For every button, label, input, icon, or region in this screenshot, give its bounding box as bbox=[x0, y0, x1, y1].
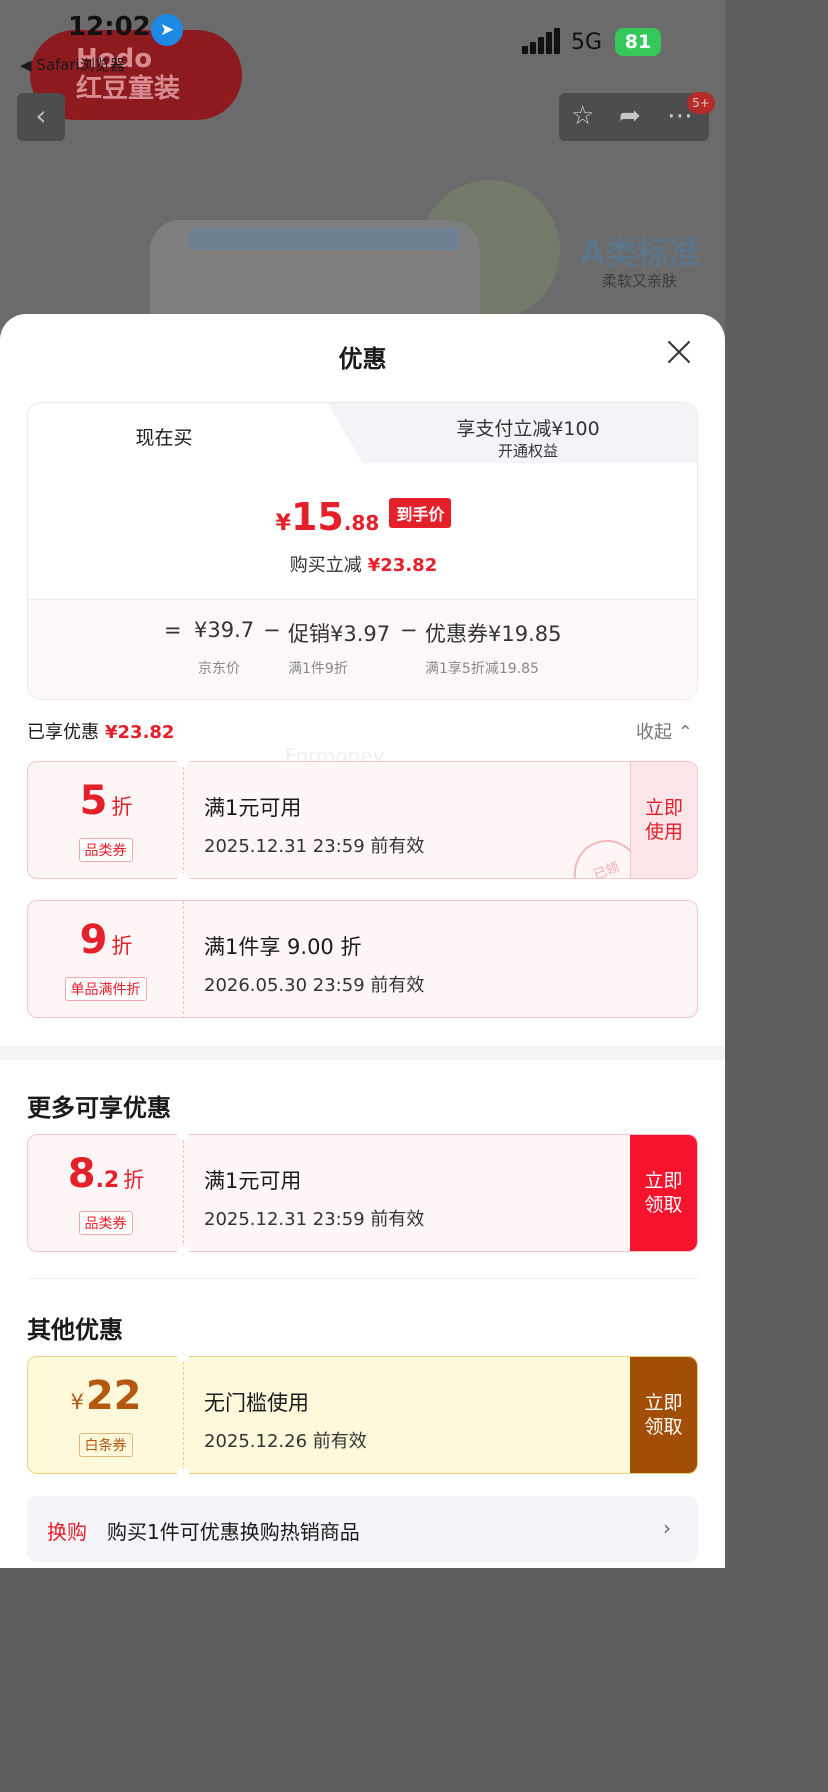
coupon-card: ¥22 白条券 无门槛使用 2025.12.26 前有效 立即 领取 bbox=[27, 1356, 698, 1474]
coupon-discount-decimal: .2 bbox=[95, 1168, 120, 1193]
calc-coupon-label: 满1享5折减19.85 bbox=[425, 661, 539, 677]
product-waistband bbox=[190, 228, 460, 250]
coupon-left: 8.2 折 品类券 bbox=[28, 1135, 184, 1251]
coupon-discount-unit: 折 bbox=[111, 934, 133, 958]
calc-minus: − bbox=[400, 618, 418, 642]
feature-title: A类标准 bbox=[580, 234, 701, 272]
saved-line: 购买立减 ¥23.82 bbox=[28, 551, 697, 577]
coupon-discount-unit: 折 bbox=[123, 1168, 145, 1192]
back-to-app-link[interactable]: ◀ Safari浏览器 bbox=[20, 54, 125, 75]
star-icon[interactable]: ☆ bbox=[571, 101, 594, 131]
network-type: 5G bbox=[571, 30, 603, 55]
price-card: 现在买 享支付立减¥100 开通权益 ¥15.88 到手价 购买立减 ¥23.82 … bbox=[27, 402, 698, 700]
close-icon[interactable] bbox=[663, 336, 695, 368]
coupon-card: 9折 单品满件折 满1件享 9.00 折 2026.05.30 23:59 前有… bbox=[27, 900, 698, 1018]
share-icon[interactable]: ➦ bbox=[619, 101, 641, 131]
calc-jd-label: 京东价 bbox=[198, 661, 240, 677]
coupon-left: ¥22 白条券 bbox=[28, 1357, 184, 1473]
coupon-card: 8.2 折 品类券 满1元可用 2025.12.31 23:59 前有效 立即 领取 bbox=[27, 1134, 698, 1252]
coupon-discount: 9折 bbox=[28, 917, 184, 963]
tab-buy-now[interactable]: 现在买 bbox=[28, 423, 300, 450]
coupon-validity: 2025.12.26 前有效 bbox=[204, 1431, 367, 1452]
enjoyed-label: 已享优惠 bbox=[27, 722, 99, 743]
signal-icon bbox=[522, 28, 560, 54]
coupon-condition: 无门槛使用 bbox=[204, 1391, 309, 1415]
coupon-left: 5折 品类券 bbox=[28, 762, 184, 878]
coupon-discount-value: 5 bbox=[79, 778, 108, 824]
price-breakdown: = ¥39.7 京东价 − 促销¥3.97 满1件9折 − 优惠券¥19.85 … bbox=[28, 599, 697, 699]
final-price: ¥15.88 到手价 bbox=[28, 495, 697, 539]
saved-amount: ¥23.82 bbox=[367, 555, 438, 576]
more-discounts-title: 更多可享优惠 bbox=[27, 1094, 171, 1122]
coupon-notch bbox=[177, 755, 189, 767]
coupon-validity: 2025.12.31 23:59 前有效 bbox=[204, 836, 425, 857]
section-divider bbox=[0, 1046, 725, 1060]
enjoyed-discount: 已享优惠 ¥23.82 bbox=[27, 718, 174, 744]
location-arrow-icon: ➤ bbox=[151, 14, 183, 46]
exchange-text: 购买1件可优惠换购热销商品 bbox=[107, 1520, 360, 1544]
divider-line bbox=[27, 1278, 698, 1279]
coupon-discount-value: 8 bbox=[67, 1151, 96, 1197]
coupon-amount: 22 bbox=[85, 1373, 142, 1419]
tab-pay-subtitle[interactable]: 开通权益 bbox=[358, 440, 697, 461]
other-discounts-title: 其他优惠 bbox=[27, 1316, 123, 1344]
coupon-type-tag: 品类券 bbox=[78, 838, 133, 862]
exchange-label: 换购 bbox=[47, 1520, 87, 1544]
coupon-left: 9折 单品满件折 bbox=[28, 901, 184, 1017]
final-price-tag: 到手价 bbox=[389, 498, 452, 528]
coupon-notch bbox=[177, 1350, 189, 1362]
coupon-discount-unit: 折 bbox=[111, 795, 133, 819]
coupon-discount: 8.2 折 bbox=[28, 1151, 184, 1197]
claim-now-button[interactable]: 立即 领取 bbox=[630, 1135, 697, 1251]
coupon-notch bbox=[177, 1128, 189, 1140]
calc-coupon: 优惠券¥19.85 bbox=[425, 622, 562, 646]
chevron-right-icon: › bbox=[663, 1516, 671, 1540]
coupon-condition: 满1件享 9.00 折 bbox=[204, 935, 362, 959]
feature-subtitle: 柔软又亲肤 bbox=[602, 272, 678, 290]
coupon-validity: 2025.12.31 23:59 前有效 bbox=[204, 1209, 425, 1230]
price-decimal: .88 bbox=[343, 511, 380, 535]
calc-promo-label: 满1件9折 bbox=[288, 661, 348, 677]
coupon-type-tag: 单品满件折 bbox=[64, 977, 147, 1001]
exchange-offer-row[interactable]: 换购 购买1件可优惠换购热销商品 › bbox=[27, 1496, 698, 1562]
coupon-card: 5折 品类券 满1元可用 2025.12.31 23:59 前有效 已领 立即使… bbox=[27, 761, 698, 879]
battery-icon: 81 bbox=[615, 28, 661, 56]
back-button[interactable]: ‹ bbox=[17, 93, 65, 141]
sheet-title: 优惠 bbox=[338, 345, 387, 373]
coupon-discount: ¥22 bbox=[28, 1373, 184, 1419]
collapse-toggle[interactable]: 收起 ⌃ bbox=[636, 718, 693, 744]
coupon-type-tag: 白条券 bbox=[78, 1433, 133, 1457]
discount-sheet: 优惠 现在买 享支付立减¥100 开通权益 ¥15.88 到手价 购买立减 ¥23.… bbox=[0, 314, 725, 1568]
coupon-notch bbox=[177, 873, 189, 885]
cart-badge: 5+ bbox=[687, 92, 715, 114]
enjoyed-amount: ¥23.82 bbox=[105, 722, 175, 743]
coupon-discount-value: 9 bbox=[79, 917, 108, 963]
coupon-notch bbox=[177, 1246, 189, 1258]
coupon-discount: 5折 bbox=[28, 778, 184, 824]
calc-equals: = bbox=[164, 618, 182, 642]
coupon-notch bbox=[177, 1468, 189, 1480]
coupon-condition: 满1元可用 bbox=[204, 796, 302, 820]
saved-label: 购买立减 bbox=[289, 555, 362, 576]
claim-now-button[interactable]: 立即 领取 bbox=[630, 1357, 697, 1473]
price-integer: 15 bbox=[290, 495, 344, 539]
calc-promo: 促销¥3.97 bbox=[288, 622, 391, 646]
status-time: 12:02 bbox=[68, 12, 151, 42]
coupon-validity: 2026.05.30 23:59 前有效 bbox=[204, 975, 425, 996]
calc-minus: − bbox=[263, 618, 281, 642]
use-now-button[interactable]: 立即 使用 bbox=[630, 762, 697, 878]
tab-pay-discount[interactable]: 享支付立减¥100 bbox=[358, 414, 697, 441]
battery-level: 81 bbox=[624, 31, 652, 53]
coupon-condition: 满1元可用 bbox=[204, 1169, 302, 1193]
calc-jd-price: ¥39.7 bbox=[194, 618, 255, 642]
coupon-currency: ¥ bbox=[70, 1390, 84, 1414]
brand-logo-text: 红豆童装 bbox=[76, 74, 181, 104]
coupon-type-tag: 品类券 bbox=[78, 1211, 133, 1235]
price-currency: ¥ bbox=[275, 511, 291, 536]
